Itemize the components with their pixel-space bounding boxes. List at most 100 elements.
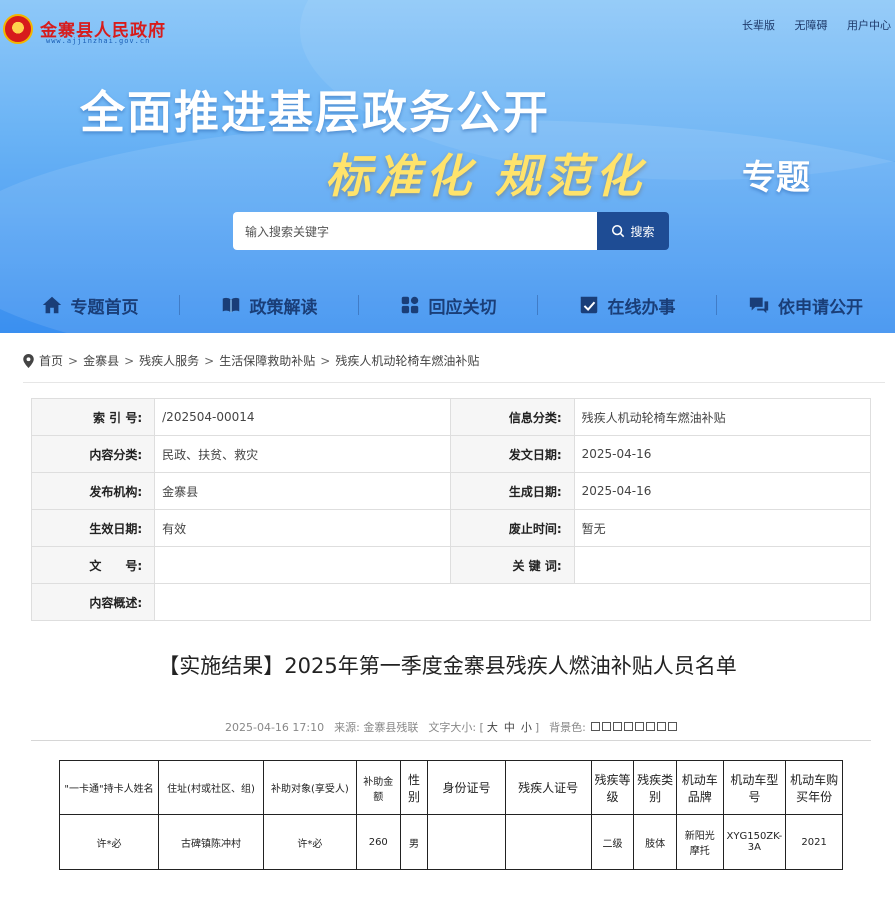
emblem-icon[interactable] bbox=[3, 14, 33, 44]
column-header: 残疾等级 bbox=[590, 760, 635, 815]
info-value: 金寨县 bbox=[154, 472, 452, 510]
font-size-medium[interactable]: 中 bbox=[504, 721, 515, 734]
top-links: 长辈版 无障碍 用户中心 bbox=[726, 17, 891, 33]
subsidy-list-table: "一卡通"持卡人姓名 住址(村或社区、组) 补助对象(享受人) 补助金额 性别 … bbox=[58, 760, 843, 870]
breadcrumb-separator: > bbox=[68, 353, 79, 368]
search-button[interactable]: 搜索 bbox=[597, 212, 669, 250]
bg-swatch[interactable] bbox=[635, 722, 645, 731]
info-value bbox=[154, 546, 452, 584]
info-label: 生成日期: bbox=[450, 472, 575, 510]
table-cell: 260 bbox=[355, 814, 401, 870]
breadcrumb-subsidy[interactable]: 生活保障救助补贴 bbox=[219, 352, 315, 369]
breadcrumb-current[interactable]: 残疾人机动轮椅车燃油补贴 bbox=[335, 352, 479, 369]
bg-swatch[interactable] bbox=[602, 722, 612, 731]
info-value: 有效 bbox=[154, 509, 452, 547]
table-cell: 许*必 bbox=[262, 814, 357, 870]
info-label: 索 引 号: bbox=[30, 398, 156, 436]
chat-icon bbox=[749, 297, 769, 314]
info-value bbox=[154, 583, 871, 621]
nav-item-response[interactable]: 回应关切 bbox=[358, 283, 537, 327]
column-header: 补助对象(享受人) bbox=[262, 760, 357, 815]
column-header: 性别 bbox=[399, 760, 429, 815]
bg-color-control: 背景色: bbox=[549, 719, 678, 735]
bg-swatch[interactable] bbox=[668, 722, 678, 731]
info-value: 民政、扶贫、救灾 bbox=[154, 435, 452, 473]
breadcrumb-home[interactable]: 首页 bbox=[39, 352, 63, 369]
font-size-large[interactable]: 大 bbox=[487, 721, 498, 734]
info-label: 内容概述: bbox=[30, 583, 156, 621]
info-label: 发布机构: bbox=[30, 472, 156, 510]
column-header: 补助金额 bbox=[355, 760, 401, 815]
nav-item-policy[interactable]: 政策解读 bbox=[179, 283, 358, 327]
breadcrumb-county[interactable]: 金寨县 bbox=[83, 352, 119, 369]
search-button-label: 搜索 bbox=[630, 224, 655, 239]
breadcrumb-separator: > bbox=[320, 353, 331, 368]
column-header: 住址(村或社区、组) bbox=[158, 760, 264, 815]
divider bbox=[31, 740, 871, 741]
table-cell: 二级 bbox=[590, 814, 635, 870]
search-icon bbox=[612, 224, 625, 238]
font-size-small[interactable]: 小 bbox=[521, 721, 532, 734]
info-value: 2025-04-16 bbox=[573, 435, 872, 473]
banner-headline: 全面推进基层政务公开 bbox=[80, 86, 551, 139]
elder-mode-link[interactable]: 长辈版 bbox=[742, 19, 775, 32]
column-header: 身份证号 bbox=[427, 760, 506, 815]
breadcrumb-separator: > bbox=[204, 353, 215, 368]
table-cell bbox=[504, 814, 592, 870]
nav-item-label: 依申请公开 bbox=[778, 297, 863, 318]
grid-icon bbox=[401, 296, 418, 314]
nav-item-online-service[interactable]: 在线办事 bbox=[537, 283, 716, 327]
info-value: 暂无 bbox=[573, 509, 872, 547]
info-label: 内容分类: bbox=[30, 435, 156, 473]
bg-swatch[interactable] bbox=[624, 722, 634, 731]
search-input[interactable]: 输入搜索关键字 bbox=[233, 212, 597, 250]
checkbox-icon bbox=[580, 296, 597, 314]
breadcrumb-separator: > bbox=[124, 353, 135, 368]
location-pin-icon bbox=[23, 353, 34, 368]
info-value: 残疾人机动轮椅车燃油补贴 bbox=[573, 398, 872, 436]
document-info-table: 索 引 号: /202504-00014 信息分类: 残疾人机动轮椅车燃油补贴 … bbox=[30, 398, 872, 621]
column-header: 机动车品牌 bbox=[675, 760, 724, 815]
article-datetime: 2025-04-16 17:10 bbox=[225, 720, 325, 734]
bg-swatch[interactable] bbox=[657, 722, 667, 731]
info-value: 2025-04-16 bbox=[573, 472, 872, 510]
nav-item-label: 政策解读 bbox=[249, 297, 318, 318]
font-size-label: 文字大小: bbox=[428, 721, 477, 734]
table-cell: 新阳光摩托 bbox=[675, 814, 724, 870]
bg-color-label: 背景色: bbox=[549, 721, 586, 734]
column-header: 残疾人证号 bbox=[504, 760, 592, 815]
bg-swatch[interactable] bbox=[646, 722, 656, 731]
info-label: 文 号: bbox=[30, 546, 156, 584]
table-cell: 2021 bbox=[785, 814, 843, 870]
article-title: 【实施结果】2025年第一季度金寨县残疾人燃油补贴人员名单 bbox=[158, 654, 737, 678]
column-header: "一卡通"持卡人姓名 bbox=[58, 760, 160, 815]
book-icon bbox=[222, 297, 239, 313]
font-size-control: 文字大小: [大中小] bbox=[428, 721, 540, 734]
article-meta: 2025-04-16 17:10 来源: 金寨县残联 文字大小: [大中小] 背… bbox=[225, 719, 678, 735]
breadcrumb-disability-service[interactable]: 残疾人服务 bbox=[139, 352, 199, 369]
nav-item-home[interactable]: 专题首页 bbox=[0, 283, 179, 327]
table-cell: 许*必 bbox=[58, 814, 160, 870]
bg-swatch[interactable] bbox=[591, 722, 601, 731]
column-header: 机动车购买年份 bbox=[785, 760, 843, 815]
topic-nav: 专题首页 政策解读 回应关切 在线办事 依申请公开 bbox=[0, 283, 895, 327]
column-header: 残疾类别 bbox=[633, 760, 677, 815]
banner-subhead-tail: 专题 bbox=[742, 158, 810, 198]
nav-item-apply-disclosure[interactable]: 依申请公开 bbox=[716, 283, 895, 327]
home-icon bbox=[42, 296, 61, 314]
table-cell: 肢体 bbox=[633, 814, 677, 870]
breadcrumb: 首页 > 金寨县 > 残疾人服务 > 生活保障救助补贴 > 残疾人机动轮椅车燃油… bbox=[23, 352, 479, 369]
info-label: 废止时间: bbox=[450, 509, 575, 547]
nav-item-label: 专题首页 bbox=[70, 297, 139, 318]
user-center-link[interactable]: 用户中心 bbox=[847, 19, 891, 32]
table-cell: XYG150ZK-3A bbox=[722, 814, 787, 870]
table-cell: 男 bbox=[399, 814, 429, 870]
table-row: 许*必 古碑镇陈冲村 许*必 260 男 二级 肢体 新阳光摩托 XYG150Z… bbox=[58, 814, 843, 870]
site-domain: www.ajjinzhai.gov.cn bbox=[46, 37, 151, 45]
info-label: 发文日期: bbox=[450, 435, 575, 473]
accessibility-link[interactable]: 无障碍 bbox=[795, 19, 828, 32]
column-header: 机动车型号 bbox=[722, 760, 787, 815]
article-source: 来源: 金寨县残联 bbox=[334, 721, 419, 734]
bg-swatch[interactable] bbox=[613, 722, 623, 731]
nav-item-label: 在线办事 bbox=[607, 297, 676, 318]
